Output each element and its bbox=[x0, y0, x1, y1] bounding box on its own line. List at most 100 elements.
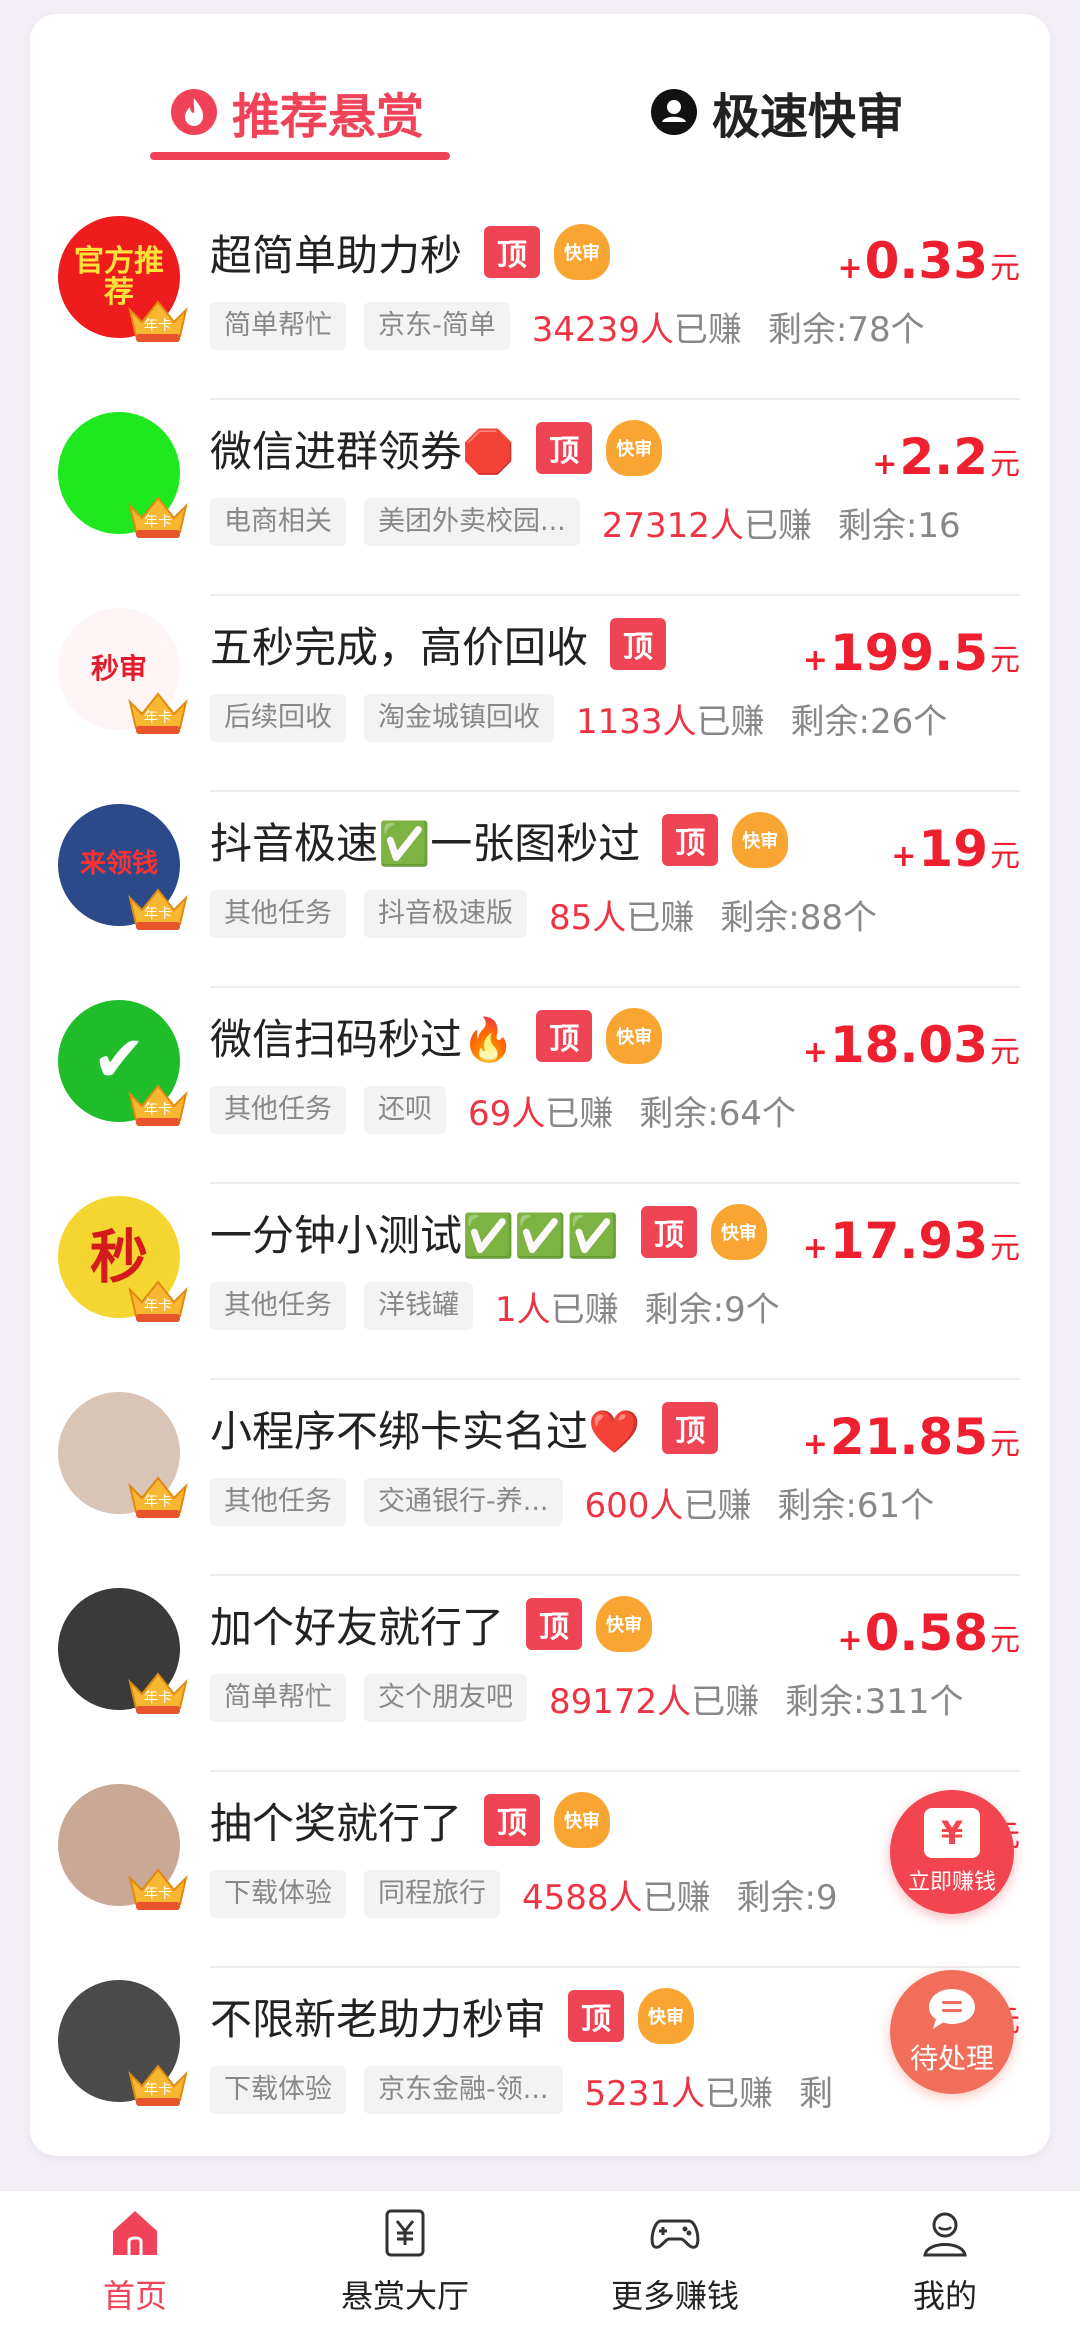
remaining-count: 剩余:88个 bbox=[720, 897, 877, 938]
year-card-label: 年卡 bbox=[144, 1494, 172, 1510]
price-plus: + bbox=[802, 643, 828, 678]
user-circle-icon bbox=[651, 89, 697, 135]
earned-number: 69人 bbox=[468, 1093, 546, 1134]
remaining-count: 剩余:64个 bbox=[639, 1093, 796, 1134]
task-row[interactable]: 秒审 年卡 五秒完成，高价回收 顶 + 199.5 元 后续回收 淘金城镇回收 … bbox=[30, 596, 1050, 792]
price-plus: + bbox=[802, 1035, 828, 1070]
task-price: + 2.2 元 bbox=[872, 428, 1020, 486]
earned-suffix: 已赚 bbox=[545, 1093, 614, 1134]
crown-icon: 年卡 bbox=[128, 888, 188, 930]
app-tag: 同程旅行 bbox=[364, 1870, 500, 1918]
task-body: 五秒完成，高价回收 顶 + 199.5 元 后续回收 淘金城镇回收 1133人已… bbox=[210, 596, 1020, 792]
task-row[interactable]: 秒 年卡 一分钟小测试✅✅✅ 顶快审 + 17.93 元 其他任务 洋钱罐 1人… bbox=[30, 1184, 1050, 1380]
avatar-text: 秒审 bbox=[90, 652, 147, 686]
task-row[interactable]: 官方推荐 年卡 超简单助力秒 顶快审 + 0.33 元 简单帮忙 京东-简单 3… bbox=[30, 204, 1050, 400]
earned-count: 1人已赚 bbox=[495, 1282, 619, 1331]
app-tag: 京东-简单 bbox=[364, 302, 510, 350]
earned-number: 34239人 bbox=[531, 309, 674, 350]
crown-icon: 年卡 bbox=[128, 1868, 188, 1910]
task-body: 微信扫码秒过🔥 顶快审 + 18.03 元 其他任务 还呗 69人已赚 剩余:6… bbox=[210, 988, 1020, 1184]
reward-hall-icon bbox=[385, 2209, 425, 2257]
category-tag: 其他任务 bbox=[210, 1086, 346, 1134]
task-row[interactable]: 年卡 小程序不绑卡实名过❤️ 顶 + 21.85 元 其他任务 交通银行-养..… bbox=[30, 1380, 1050, 1576]
task-row[interactable]: 年卡 加个好友就行了 顶快审 + 0.58 元 简单帮忙 交个朋友吧 89172… bbox=[30, 1576, 1050, 1772]
title-line: 五秒完成，高价回收 顶 bbox=[210, 604, 667, 684]
earned-count: 85人已赚 bbox=[549, 890, 694, 939]
top-badge: 顶 bbox=[640, 1206, 697, 1258]
earned-count: 4588人已赚 bbox=[522, 1870, 711, 1919]
task-meta: 电商相关 美团外卖校园... 27312人已赚 剩余:16 bbox=[210, 496, 1020, 548]
fast-review-badge: 快审 bbox=[554, 1792, 611, 1848]
category-tag: 其他任务 bbox=[210, 890, 346, 938]
top-badge: 顶 bbox=[484, 1794, 541, 1846]
app-tag: 洋钱罐 bbox=[364, 1282, 473, 1330]
nav-reward-hall[interactable]: 悬赏大厅 bbox=[305, 2205, 505, 2335]
tab-recommended-label: 推荐悬赏 bbox=[232, 89, 425, 145]
task-title: 五秒完成，高价回收 bbox=[210, 622, 589, 672]
tab-active-indicator bbox=[150, 152, 450, 160]
task-meta: 其他任务 交通银行-养... 600人已赚 剩余:61个 bbox=[210, 1476, 1020, 1528]
price-unit: 元 bbox=[990, 447, 1020, 482]
price-amount: 18.03 bbox=[829, 1016, 988, 1074]
price-unit: 元 bbox=[990, 839, 1020, 874]
fast-review-badge: 快审 bbox=[606, 420, 663, 476]
earned-suffix: 已赚 bbox=[550, 1289, 619, 1330]
earned-number: 600人 bbox=[584, 1485, 684, 1526]
category-tag: 其他任务 bbox=[210, 1478, 346, 1526]
nav-more-earn[interactable]: 更多赚钱 bbox=[575, 2205, 775, 2335]
year-card-label: 年卡 bbox=[144, 1298, 172, 1314]
nav-home[interactable]: 首页 bbox=[35, 2205, 235, 2335]
crown-icon: 年卡 bbox=[128, 496, 188, 538]
pending-label: 待处理 bbox=[909, 2042, 994, 2075]
tab-recommended[interactable]: 推荐悬赏 bbox=[170, 72, 424, 152]
title-line: 超简单助力秒 顶快审 bbox=[210, 212, 611, 292]
earned-count: 5231人已赚 bbox=[585, 2066, 774, 2115]
remaining-count: 剩余:311个 bbox=[785, 1681, 964, 1722]
task-meta: 下载体验 京东金融-领... 5231人已赚 剩 bbox=[210, 2064, 1020, 2116]
task-row[interactable]: 来领钱 年卡 抖音极速✅一张图秒过 顶快审 + 19 元 其他任务 抖音极速版 … bbox=[30, 792, 1050, 988]
top-badge: 顶 bbox=[662, 814, 719, 866]
nav-home-label: 首页 bbox=[102, 2277, 167, 2315]
remaining-count: 剩 bbox=[799, 2073, 834, 2114]
price-amount: 17.93 bbox=[829, 1212, 988, 1270]
earned-number: 27312人 bbox=[601, 505, 744, 546]
task-title: 不限新老助力秒审 bbox=[210, 1994, 547, 2044]
year-card-label: 年卡 bbox=[144, 514, 172, 530]
fast-review-badge: 快审 bbox=[554, 224, 611, 280]
fast-review-badge: 快审 bbox=[606, 1008, 663, 1064]
task-row[interactable]: ✔ 年卡 微信扫码秒过🔥 顶快审 + 18.03 元 其他任务 还呗 69人已赚 bbox=[30, 988, 1050, 1184]
crown-icon: 年卡 bbox=[128, 1084, 188, 1126]
nav-mine[interactable]: 我的 bbox=[845, 2205, 1045, 2335]
task-body: 微信进群领券🛑 顶快审 + 2.2 元 电商相关 美团外卖校园... 27312… bbox=[210, 400, 1020, 596]
category-tag: 简单帮忙 bbox=[210, 1674, 346, 1722]
top-badge: 顶 bbox=[526, 1598, 583, 1650]
top-badge: 顶 bbox=[568, 1990, 625, 2042]
pending-button[interactable]: 待处理 bbox=[890, 1970, 1014, 2094]
price-amount: 199.5 bbox=[829, 624, 988, 682]
task-title: 抽个奖就行了 bbox=[210, 1798, 463, 1848]
task-avatar: 秒审 年卡 bbox=[58, 608, 188, 734]
task-body: 超简单助力秒 顶快审 + 0.33 元 简单帮忙 京东-简单 34239人已赚 … bbox=[210, 204, 1020, 400]
task-row[interactable]: 年卡 微信进群领券🛑 顶快审 + 2.2 元 电商相关 美团外卖校园... 27… bbox=[30, 400, 1050, 596]
tab-fast-review[interactable]: 极速快审 bbox=[650, 72, 904, 152]
earned-count: 69人已赚 bbox=[468, 1086, 613, 1135]
category-tag: 电商相关 bbox=[210, 498, 346, 546]
earned-suffix: 已赚 bbox=[743, 505, 812, 546]
task-meta: 其他任务 还呗 69人已赚 剩余:64个 bbox=[210, 1084, 1020, 1136]
price-amount: 2.2 bbox=[899, 428, 988, 486]
title-line: 不限新老助力秒审 顶快审 bbox=[210, 1976, 695, 2056]
title-line: 微信进群领券🛑 顶快审 bbox=[210, 408, 663, 488]
category-tag: 下载体验 bbox=[210, 2066, 346, 2114]
category-tag: 其他任务 bbox=[210, 1282, 346, 1330]
gamepad-icon bbox=[650, 2219, 700, 2249]
fast-review-badge: 快审 bbox=[710, 1204, 767, 1260]
tab-fast-review-label: 极速快审 bbox=[712, 89, 905, 145]
earned-count: 1133人已赚 bbox=[576, 694, 765, 743]
app-tag: 还呗 bbox=[364, 1086, 446, 1134]
earn-now-button[interactable]: ¥ 立即赚钱 bbox=[890, 1790, 1014, 1914]
price-plus: + bbox=[802, 1231, 828, 1266]
chat-bubble-icon bbox=[929, 1989, 975, 2029]
crown-icon: 年卡 bbox=[128, 1672, 188, 1714]
price-plus: + bbox=[837, 1623, 863, 1658]
price-plus: + bbox=[891, 839, 917, 874]
